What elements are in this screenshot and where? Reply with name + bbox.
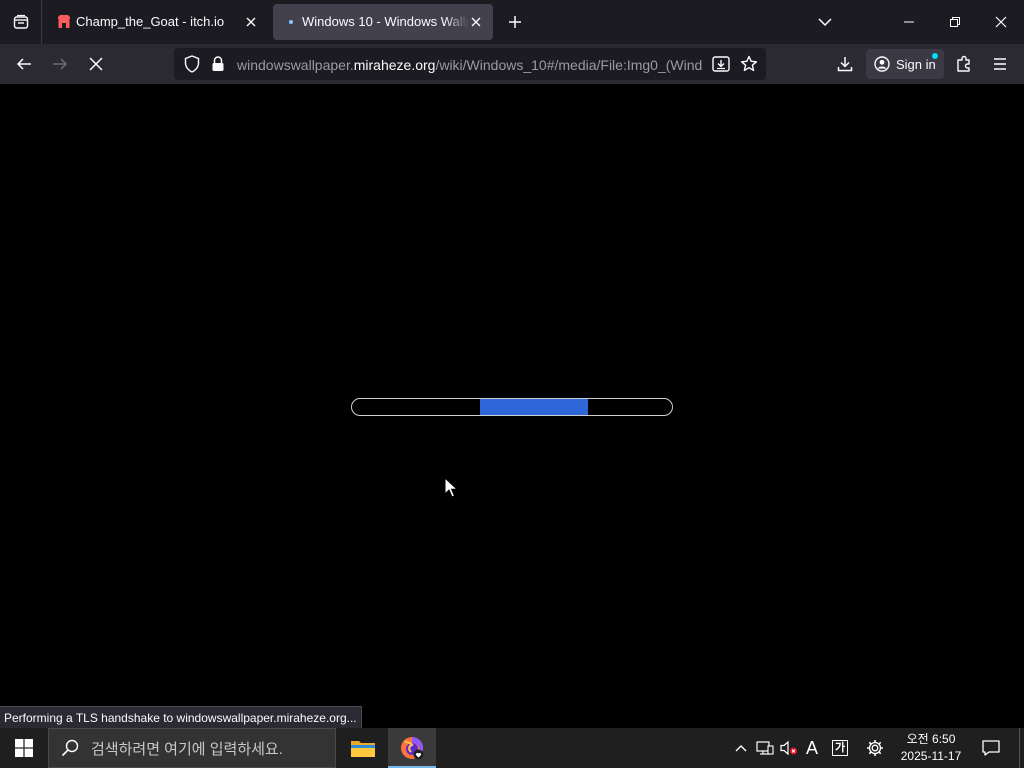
loading-progress-bar xyxy=(351,398,673,416)
address-bar[interactable]: windowswallpaper.miraheze.org/wiki/Windo… xyxy=(174,48,766,80)
tab-title: Champ_the_Goat - itch.io xyxy=(76,14,225,29)
list-all-tabs-button[interactable] xyxy=(812,9,838,35)
sign-in-button[interactable]: Sign in xyxy=(866,49,944,79)
app-menu-button[interactable] xyxy=(984,48,1016,80)
save-to-pocket-icon[interactable] xyxy=(711,54,731,74)
notification-icon xyxy=(982,740,1000,756)
tracking-protection-icon[interactable] xyxy=(182,54,202,74)
show-desktop-button[interactable] xyxy=(1019,728,1024,768)
forward-button[interactable] xyxy=(44,48,76,80)
sign-in-label: Sign in xyxy=(896,56,936,72)
navigation-toolbar: windowswallpaper.miraheze.org/wiki/Windo… xyxy=(0,44,1024,84)
volume-muted-icon xyxy=(780,740,797,756)
forward-arrow-icon xyxy=(53,58,68,70)
firefox-icon xyxy=(401,737,424,760)
extensions-button[interactable] xyxy=(948,48,980,80)
notification-dot xyxy=(932,53,938,59)
file-explorer-button[interactable] xyxy=(339,728,387,768)
url-text[interactable]: windowswallpaper.miraheze.org/wiki/Windo… xyxy=(237,56,703,74)
gear-icon xyxy=(867,740,883,756)
downloads-button[interactable] xyxy=(829,48,861,80)
ime-mode-button[interactable]: 가 xyxy=(828,736,852,760)
chevron-down-icon xyxy=(818,18,832,27)
loading-progress-fill xyxy=(480,399,588,415)
tab-windows-10-wallpaper[interactable]: Windows 10 - Windows Wallpaper xyxy=(273,4,493,40)
close-tab-icon[interactable] xyxy=(467,13,485,31)
chevron-up-icon xyxy=(735,745,747,752)
hamburger-menu-icon xyxy=(994,58,1006,70)
clock-date: 2025-11-17 xyxy=(900,749,962,763)
network-wired-icon xyxy=(756,741,774,755)
tab-strip: Champ_the_Goat - itch.io Windows 10 - Wi… xyxy=(0,0,1024,44)
start-button[interactable] xyxy=(0,728,48,768)
url-host: miraheze.org xyxy=(353,57,436,73)
close-icon xyxy=(995,16,1007,28)
windows-logo-icon xyxy=(15,739,33,757)
bookmark-star-icon[interactable] xyxy=(739,54,759,74)
close-tab-icon[interactable] xyxy=(242,13,260,31)
account-icon xyxy=(874,56,890,72)
plus-icon xyxy=(509,16,521,28)
puzzle-piece-icon xyxy=(957,55,970,72)
back-button[interactable] xyxy=(8,48,40,80)
loading-dot-icon xyxy=(283,14,299,30)
page-viewport: Performing a TLS handshake to windowswal… xyxy=(0,84,1024,728)
restore-button[interactable] xyxy=(932,0,978,44)
firefox-view-button[interactable] xyxy=(0,0,42,44)
itchio-icon xyxy=(56,14,72,30)
download-icon xyxy=(837,57,853,72)
stop-button[interactable] xyxy=(80,48,112,80)
settings-tray-button[interactable] xyxy=(863,736,887,760)
close-window-button[interactable] xyxy=(978,0,1024,44)
network-status-button[interactable] xyxy=(753,736,777,760)
stop-icon xyxy=(89,57,103,71)
action-center-button[interactable] xyxy=(978,736,1004,760)
tab-champ-the-goat[interactable]: Champ_the_Goat - itch.io xyxy=(46,4,268,40)
firefox-view-icon xyxy=(13,14,28,29)
search-placeholder: 검색하려면 여기에 입력하세요. xyxy=(91,740,283,758)
volume-button[interactable] xyxy=(777,736,801,760)
firefox-taskbar-button[interactable] xyxy=(388,728,436,768)
url-prefix: windowswallpaper. xyxy=(237,57,354,73)
folder-icon xyxy=(351,741,375,757)
taskbar-search-box[interactable]: 검색하려면 여기에 입력하세요. xyxy=(48,728,336,768)
lock-icon[interactable] xyxy=(208,54,228,74)
tab-title: Windows 10 - Windows Wallpaper xyxy=(302,14,469,29)
status-panel: Performing a TLS handshake to windowswal… xyxy=(0,706,362,728)
windows-taskbar: 검색하려면 여기에 입력하세요. A 가 오전 6:50 2025-11-17 xyxy=(0,728,1024,768)
clock-time: 오전 6:50 xyxy=(906,732,956,746)
back-arrow-icon xyxy=(16,58,31,70)
restore-icon xyxy=(950,17,960,27)
new-tab-button[interactable] xyxy=(502,9,528,35)
input-language-indicator[interactable]: A xyxy=(800,736,824,760)
show-hidden-icons-button[interactable] xyxy=(729,736,753,760)
ime-mode-label: 가 xyxy=(832,740,848,756)
minimize-button[interactable] xyxy=(886,0,932,44)
search-icon xyxy=(61,739,79,757)
minimize-icon xyxy=(904,21,914,23)
taskbar-clock[interactable]: 오전 6:50 2025-11-17 xyxy=(893,731,969,765)
url-path: /wiki/Windows_10#/media/File:Img0_(Windo… xyxy=(435,57,703,73)
mouse-cursor-icon xyxy=(444,477,458,498)
